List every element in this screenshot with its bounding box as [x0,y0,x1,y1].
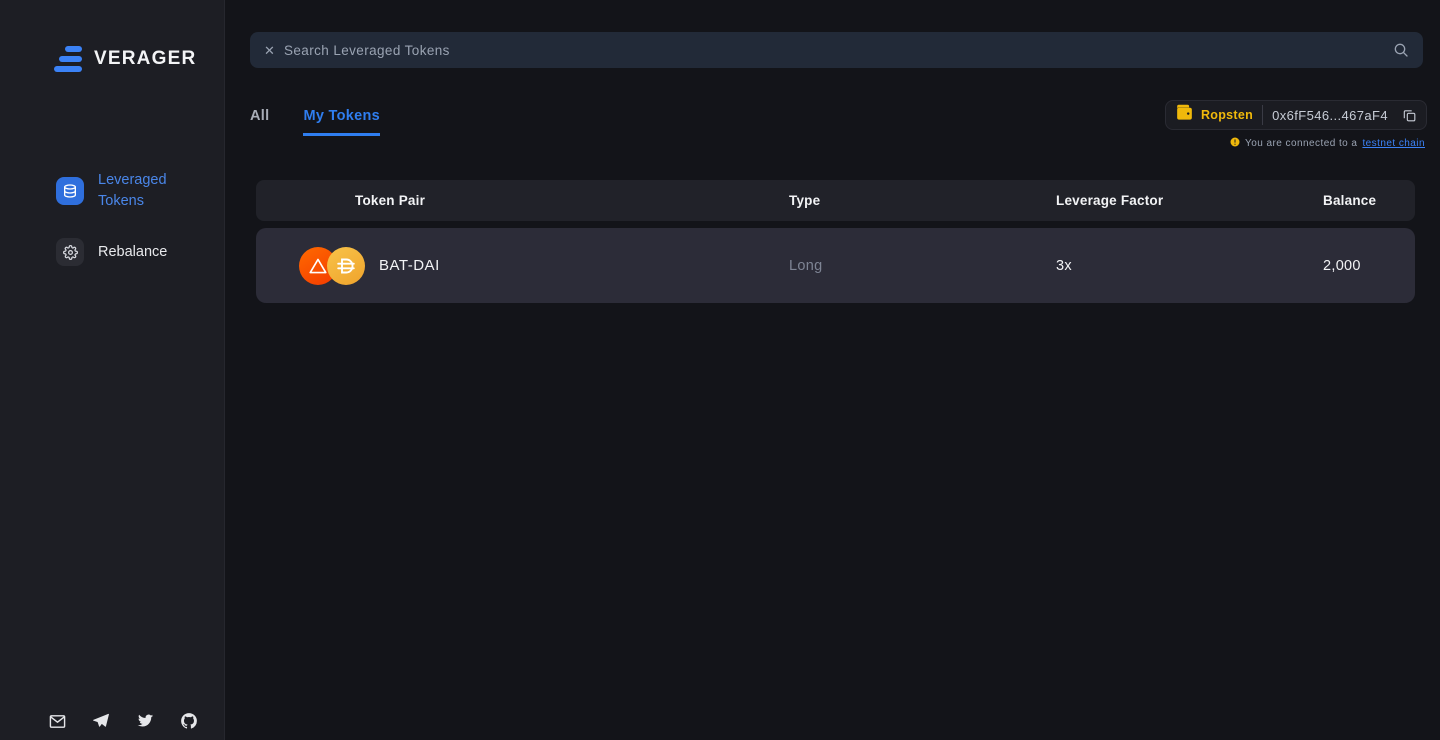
close-icon[interactable]: ✕ [264,44,276,57]
column-header-type: Type [789,192,821,208]
search-input[interactable] [284,42,1393,58]
column-header-token-pair: Token Pair [355,193,426,208]
token-pair-name: BAT-DAI [379,257,440,274]
wallet-icon [1175,104,1194,126]
column-header-leverage-factor: Leverage Factor [1056,192,1164,208]
network-name: Ropsten [1200,108,1254,122]
search-bar[interactable]: ✕ [250,32,1423,68]
sidebar: VERAGER Leveraged Tokens Rebalance [0,0,225,740]
token-leverage-factor: 3x [1056,257,1072,274]
wallet-status: Ropsten 0x6fF546...467aF4 You are connec… [1164,100,1427,152]
tokens-table: Token Pair Type Leverage Factor Balance [256,180,1415,303]
search-icon[interactable] [1393,42,1409,58]
column-header-balance: Balance [1323,192,1377,208]
verager-bars-logo [54,46,82,72]
social-links [0,712,225,730]
testnet-warning: You are connected to a testnet chain [1230,134,1427,152]
wallet-box[interactable]: Ropsten 0x6fF546...467aF4 [1164,100,1427,130]
wallet-address: 0x6fF546...467aF4 [1272,107,1388,123]
network-badge[interactable]: Ropsten [1175,104,1253,126]
table-row[interactable]: BAT-DAI Long 3x 2,000 [256,228,1415,303]
testnet-chain-link[interactable]: testnet chain [1362,138,1425,149]
brand-name: VERAGER [94,48,197,69]
token-pair-cell: BAT-DAI [299,246,440,285]
stack-database-icon [56,177,84,205]
sidebar-item-leveraged-tokens[interactable]: Leveraged Tokens [0,170,224,212]
telegram-icon[interactable] [92,712,110,730]
token-balance: 2,000 [1323,257,1361,274]
sidebar-item-rebalance[interactable]: Rebalance [0,238,224,266]
sidebar-item-label: Rebalance [98,243,168,260]
copy-icon[interactable] [1399,105,1419,125]
twitter-icon[interactable] [136,712,154,730]
brand-logo[interactable]: VERAGER [0,42,224,76]
tab-my-tokens[interactable]: My Tokens [303,108,380,136]
divider [1262,105,1264,125]
github-icon[interactable] [180,712,198,730]
table-body: BAT-DAI Long 3x 2,000 [256,228,1415,303]
email-icon[interactable] [48,712,66,730]
token-type: Long [789,257,823,274]
tab-bar: All My Tokens [250,108,380,136]
main-content: ✕ All My Tokens [225,0,1440,740]
table-header-row: Token Pair Type Leverage Factor Balance [256,180,1415,221]
gear-icon [56,238,84,266]
warning-text: You are connected to a [1245,137,1358,149]
sidebar-item-label: Leveraged Tokens [98,172,167,209]
dai-token-icon [327,246,365,285]
warning-icon [1230,134,1240,152]
sidebar-nav: Leveraged Tokens Rebalance [0,170,224,266]
tab-all[interactable]: All [250,108,269,136]
app-root: VERAGER Leveraged Tokens Rebalance ✕ Sea… [0,0,1440,740]
token-icon-pair [299,246,365,285]
